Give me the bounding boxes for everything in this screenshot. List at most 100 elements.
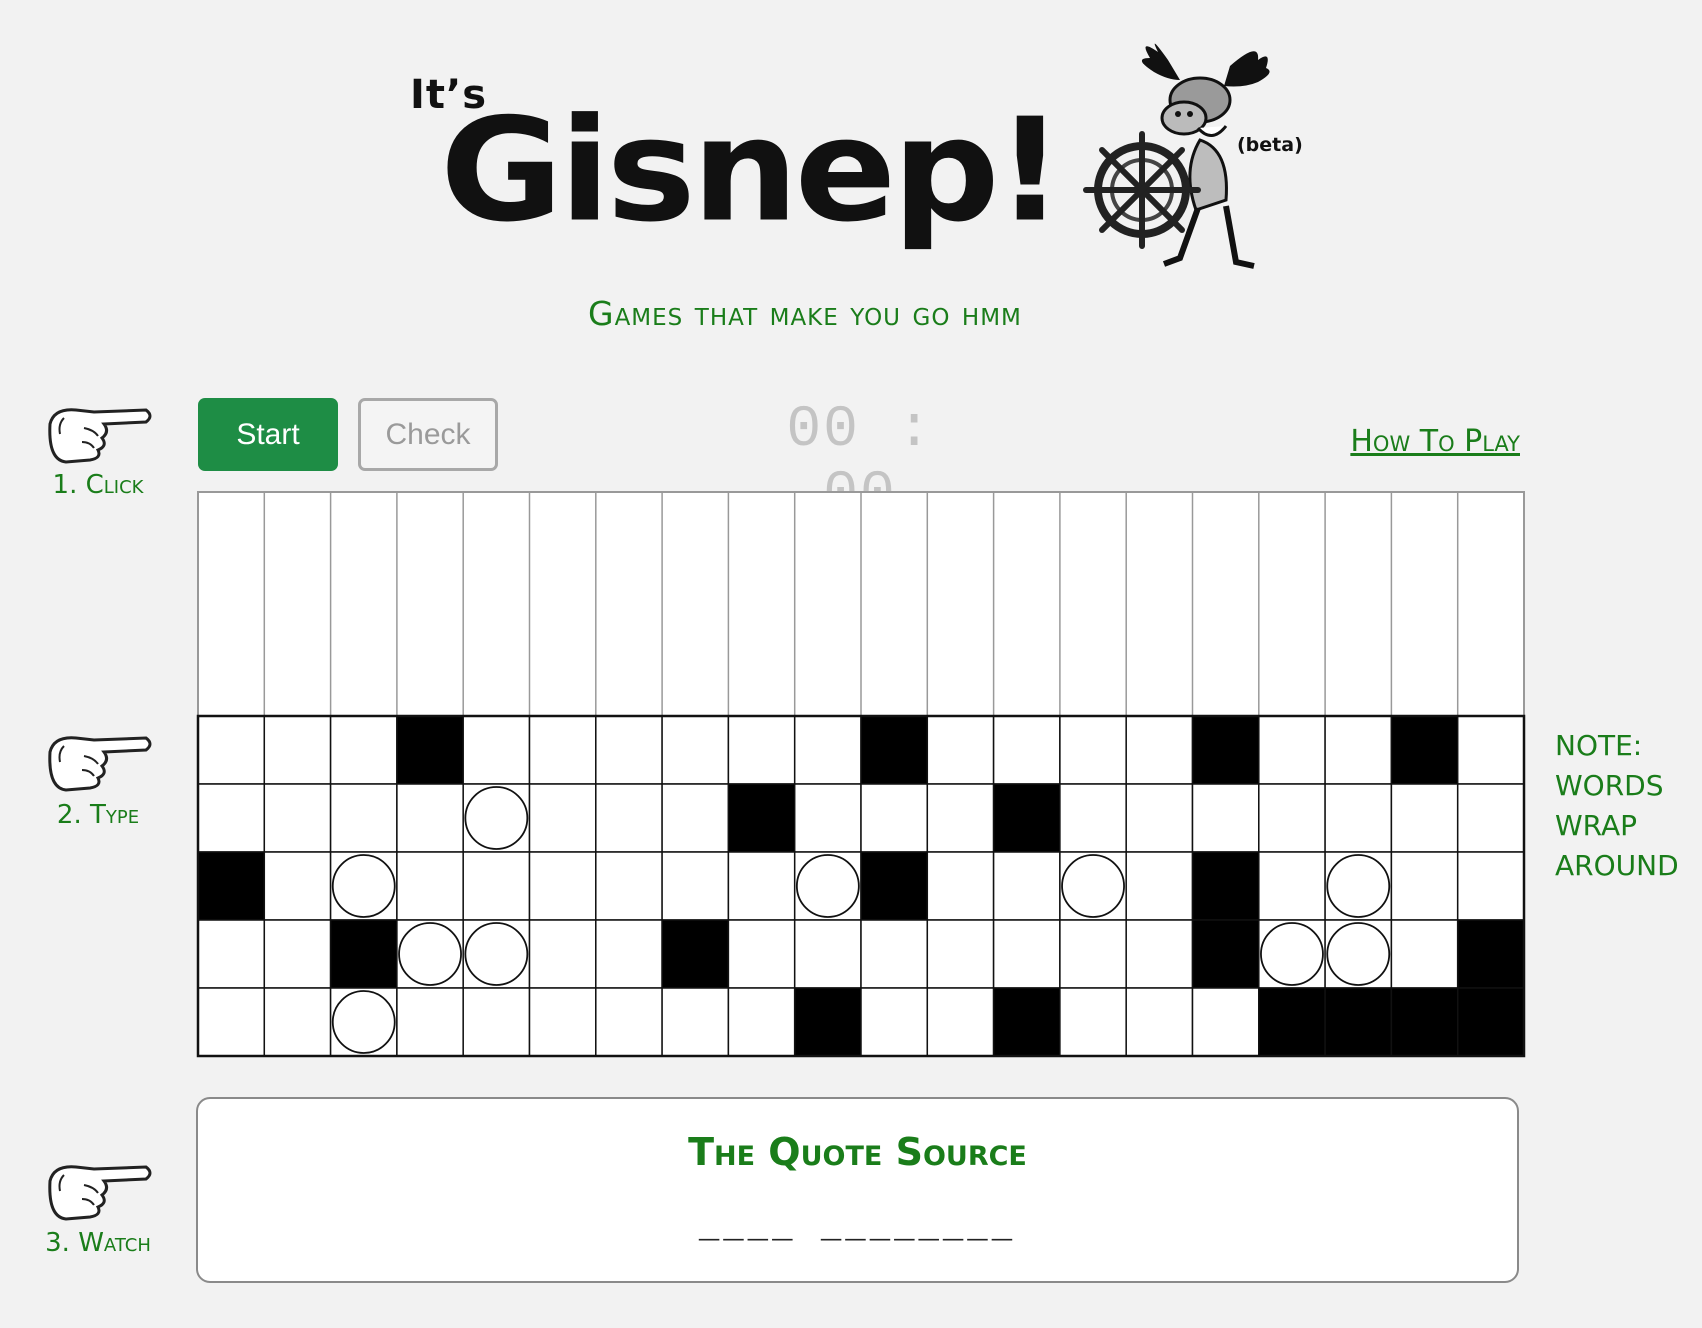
grid-cell[interactable] [926, 851, 995, 921]
grid-cell[interactable] [1258, 919, 1326, 989]
grid-cell[interactable] [1258, 783, 1326, 853]
black-cell[interactable] [727, 783, 796, 853]
black-cell[interactable] [860, 715, 929, 785]
grid-cell[interactable] [661, 987, 730, 1057]
grid-cell[interactable] [462, 987, 531, 1057]
black-cell[interactable] [1390, 987, 1459, 1057]
grid-cell[interactable] [1258, 851, 1326, 921]
black-cell[interactable] [329, 919, 398, 989]
black-cell[interactable] [992, 783, 1061, 853]
grid-cell[interactable] [1059, 987, 1127, 1057]
grid-cell[interactable] [926, 783, 995, 853]
grid-cell[interactable] [595, 919, 663, 989]
grid-cell[interactable] [1324, 851, 1393, 921]
grid-cell[interactable] [992, 919, 1061, 989]
grid-cell[interactable] [329, 987, 398, 1057]
grid-cell[interactable] [1125, 783, 1194, 853]
grid-cell[interactable] [263, 715, 332, 785]
grid-cell[interactable] [462, 715, 531, 785]
grid-cell[interactable] [1059, 851, 1127, 921]
grid-cell[interactable] [1125, 851, 1194, 921]
grid-cell[interactable] [396, 851, 464, 921]
grid-cell[interactable] [860, 987, 929, 1057]
grid-cell[interactable] [926, 987, 995, 1057]
grid-cell[interactable] [396, 919, 464, 989]
grid-cell[interactable] [1456, 783, 1525, 853]
grid-cell[interactable] [462, 919, 531, 989]
grid-cell[interactable] [595, 783, 663, 853]
grid-cell[interactable] [661, 715, 730, 785]
grid-cell[interactable] [661, 851, 730, 921]
grid-cell[interactable] [263, 851, 332, 921]
grid-cell[interactable] [197, 919, 266, 989]
grid-cell[interactable] [1125, 715, 1194, 785]
grid-cell[interactable] [793, 715, 862, 785]
grid-cell[interactable] [727, 851, 796, 921]
grid-cell[interactable] [595, 715, 663, 785]
grid-cell[interactable] [793, 851, 862, 921]
black-cell[interactable] [1456, 919, 1525, 989]
grid-cell[interactable] [727, 987, 796, 1057]
grid-cell[interactable] [462, 783, 531, 853]
grid-cell[interactable] [329, 851, 398, 921]
grid-cell[interactable] [329, 715, 398, 785]
grid-cell[interactable] [1125, 987, 1194, 1057]
grid-cell[interactable] [860, 783, 929, 853]
grid-cell[interactable] [1258, 715, 1326, 785]
grid-cell[interactable] [1324, 715, 1393, 785]
grid-cell[interactable] [1456, 851, 1525, 921]
grid-cell[interactable] [197, 987, 266, 1057]
black-cell[interactable] [1191, 715, 1260, 785]
grid-cell[interactable] [1390, 919, 1459, 989]
grid-cell[interactable] [1059, 715, 1127, 785]
grid-cell[interactable] [528, 987, 597, 1057]
grid-cell[interactable] [1390, 783, 1459, 853]
black-cell[interactable] [1324, 987, 1393, 1057]
grid-cell[interactable] [197, 783, 266, 853]
grid-cell[interactable] [528, 919, 597, 989]
grid-cell[interactable] [1324, 919, 1393, 989]
grid-cell[interactable] [528, 851, 597, 921]
grid-cell[interactable] [1456, 715, 1525, 785]
grid-cell[interactable] [1191, 987, 1260, 1057]
grid-cell[interactable] [661, 783, 730, 853]
grid-cell[interactable] [1059, 919, 1127, 989]
grid-cell[interactable] [1125, 919, 1194, 989]
black-cell[interactable] [793, 987, 862, 1057]
grid-cell[interactable] [528, 715, 597, 785]
grid-cell[interactable] [263, 987, 332, 1057]
check-button[interactable]: Check [358, 398, 498, 471]
black-cell[interactable] [396, 715, 464, 785]
grid-cell[interactable] [329, 783, 398, 853]
black-cell[interactable] [1258, 987, 1326, 1057]
black-cell[interactable] [661, 919, 730, 989]
grid-cell[interactable] [992, 715, 1061, 785]
grid-cell[interactable] [1390, 851, 1459, 921]
black-cell[interactable] [1456, 987, 1525, 1057]
grid-cell[interactable] [462, 851, 531, 921]
grid-cell[interactable] [1059, 783, 1127, 853]
black-cell[interactable] [992, 987, 1061, 1057]
grid-cell[interactable] [793, 919, 862, 989]
grid-cell[interactable] [727, 715, 796, 785]
grid-cell[interactable] [1191, 783, 1260, 853]
grid-cell[interactable] [793, 783, 862, 853]
grid-cell[interactable] [1324, 783, 1393, 853]
black-cell[interactable] [197, 851, 266, 921]
puzzle-grid[interactable] [196, 490, 1526, 1062]
grid-cell[interactable] [197, 715, 266, 785]
grid-cell[interactable] [396, 987, 464, 1057]
grid-cell[interactable] [528, 783, 597, 853]
grid-cell[interactable] [926, 919, 995, 989]
grid-cell[interactable] [595, 851, 663, 921]
grid-cell[interactable] [926, 715, 995, 785]
grid-cell[interactable] [595, 987, 663, 1057]
grid-cell[interactable] [263, 919, 332, 989]
black-cell[interactable] [860, 851, 929, 921]
grid-cell[interactable] [860, 919, 929, 989]
grid-cell[interactable] [727, 919, 796, 989]
black-cell[interactable] [1191, 919, 1260, 989]
grid-cell[interactable] [396, 783, 464, 853]
black-cell[interactable] [1191, 851, 1260, 921]
black-cell[interactable] [1390, 715, 1459, 785]
